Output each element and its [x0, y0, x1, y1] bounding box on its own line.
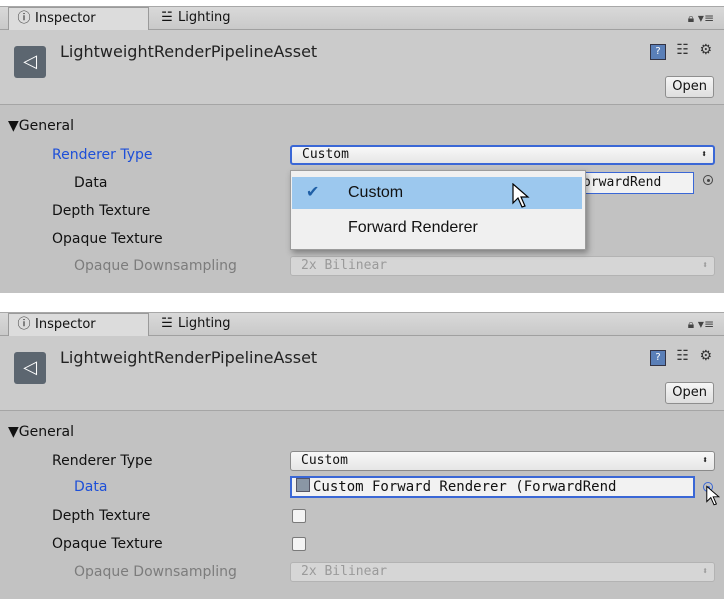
lighting-icon: ☱ — [161, 10, 173, 25]
data-label: Data — [74, 175, 108, 191]
opaque-texture-checkbox[interactable] — [292, 537, 306, 551]
renderer-type-value: Custom — [301, 453, 348, 468]
unity-asset-icon: ◁ — [14, 352, 46, 384]
tab-inspector-label: Inspector — [35, 11, 96, 26]
inspector-panel-2: ⓘ Inspector ☱ Lighting 🔒︎ ▾≡ ◁ Lightweight… — [0, 312, 724, 599]
inspector-panel-1: ⓘ Inspector ☱ Lighting 🔒︎ ▾≡ ◁ Lightweight… — [0, 6, 724, 293]
data-object-field[interactable]: Custom Forward Renderer (ForwardRend — [290, 476, 695, 498]
section-general[interactable]: ▼General — [8, 118, 74, 134]
opaque-downsampling-value: 2x Bilinear — [301, 564, 388, 579]
depth-texture-row: Depth Texture — [0, 505, 724, 527]
dropdown-caret-icon: ⬍ — [701, 260, 708, 271]
opaque-downsampling-row: Opaque Downsampling 2x Bilinear ⬍ — [0, 561, 724, 583]
section-general-label: General — [18, 424, 74, 440]
renderer-type-label: Renderer Type — [52, 453, 153, 469]
renderer-type-value: Custom — [302, 147, 349, 162]
menu-item-forward-renderer[interactable]: Forward Renderer — [292, 212, 582, 244]
help-book-icon[interactable]: ? — [649, 350, 666, 366]
asset-header: ◁ LightweightRenderPipelineAsset ? ☷ ⚙ O… — [0, 336, 724, 411]
preset-icon[interactable]: ☷ — [676, 348, 689, 364]
tab-lighting-label: Lighting — [178, 10, 231, 25]
dropdown-caret-icon: ⬍ — [700, 149, 707, 160]
mouse-cursor-icon — [512, 183, 530, 208]
dropdown-caret-icon: ⬍ — [701, 566, 708, 577]
tab-lighting[interactable]: ☱ Lighting — [152, 7, 239, 29]
open-button[interactable]: Open — [665, 382, 714, 404]
data-value: orwardRend — [583, 175, 662, 190]
renderer-type-menu: ✔ Custom Forward Renderer — [290, 170, 586, 250]
depth-texture-checkbox[interactable] — [292, 509, 306, 523]
renderer-type-dropdown[interactable]: Custom ⬍ — [290, 451, 715, 471]
tab-bar: ⓘ Inspector ☱ Lighting 🔒︎ ▾≡ — [0, 7, 724, 30]
asset-name: LightweightRenderPipelineAsset — [60, 348, 318, 367]
tab-lighting-label: Lighting — [178, 316, 231, 331]
unity-asset-icon: ◁ — [14, 46, 46, 78]
depth-texture-label: Depth Texture — [52, 203, 151, 219]
lighting-icon: ☱ — [161, 316, 173, 331]
menu-item-custom[interactable]: ✔ Custom — [292, 177, 582, 209]
opaque-texture-label: Opaque Texture — [52, 536, 163, 552]
lock-icon[interactable]: 🔒︎ — [688, 11, 694, 25]
checkmark-icon: ✔ — [306, 184, 320, 201]
opaque-downsampling-label: Opaque Downsampling — [74, 564, 237, 580]
open-button[interactable]: Open — [665, 76, 714, 98]
opaque-downsampling-row: Opaque Downsampling 2x Bilinear ⬍ — [0, 255, 724, 277]
header-icons: ? ☷ ⚙ — [644, 348, 712, 366]
tab-controls: 🔒︎ ▾≡ — [688, 313, 714, 335]
opaque-texture-row: Opaque Texture — [0, 533, 724, 555]
tab-inspector[interactable]: ⓘ Inspector — [8, 7, 149, 30]
tab-inspector-label: Inspector — [35, 317, 96, 332]
tab-bar: ⓘ Inspector ☱ Lighting 🔒︎ ▾≡ — [0, 313, 724, 336]
tab-controls: 🔒︎ ▾≡ — [688, 7, 714, 29]
renderer-type-dropdown[interactable]: Custom ⬍ — [290, 145, 715, 165]
renderer-asset-icon — [296, 478, 310, 492]
mouse-cursor-icon — [706, 485, 721, 506]
tab-inspector[interactable]: ⓘ Inspector — [8, 313, 149, 336]
info-icon: ⓘ — [17, 11, 31, 26]
dropdown-caret-icon: ⬍ — [701, 455, 708, 466]
gear-icon[interactable]: ⚙ — [699, 42, 712, 58]
opaque-texture-label: Opaque Texture — [52, 231, 163, 247]
object-picker-icon[interactable] — [703, 175, 713, 185]
preset-icon[interactable]: ☷ — [676, 42, 689, 58]
menu-item-custom-label: Custom — [348, 184, 404, 201]
renderer-type-row: Renderer Type Custom ⬍ — [0, 144, 724, 166]
asset-header: ◁ LightweightRenderPipelineAsset ? ☷ ⚙ O… — [0, 30, 724, 105]
opaque-downsampling-value: 2x Bilinear — [301, 258, 388, 273]
help-book-icon[interactable]: ? — [649, 44, 666, 60]
data-row: Data Custom Forward Renderer (ForwardRen… — [0, 476, 724, 498]
menu-icon[interactable]: ▾≡ — [698, 11, 714, 25]
opaque-downsampling-label: Opaque Downsampling — [74, 258, 237, 274]
section-general-label: General — [18, 118, 74, 134]
menu-item-forward-renderer-label: Forward Renderer — [348, 219, 478, 236]
opaque-downsampling-dropdown[interactable]: 2x Bilinear ⬍ — [290, 562, 715, 582]
lock-icon[interactable]: 🔒︎ — [688, 317, 694, 331]
renderer-type-label: Renderer Type — [52, 147, 153, 163]
section-general[interactable]: ▼General — [8, 424, 74, 440]
depth-texture-label: Depth Texture — [52, 508, 151, 524]
gear-icon[interactable]: ⚙ — [699, 348, 712, 364]
menu-icon[interactable]: ▾≡ — [698, 317, 714, 331]
data-label: Data — [74, 479, 108, 495]
tab-lighting[interactable]: ☱ Lighting — [152, 313, 239, 335]
data-object-field[interactable]: orwardRend — [582, 172, 694, 194]
renderer-type-row: Renderer Type Custom ⬍ — [0, 450, 724, 472]
asset-name: LightweightRenderPipelineAsset — [60, 42, 318, 61]
header-icons: ? ☷ ⚙ — [644, 42, 712, 60]
data-value: Custom Forward Renderer (ForwardRend — [313, 479, 617, 495]
opaque-downsampling-dropdown[interactable]: 2x Bilinear ⬍ — [290, 256, 715, 276]
info-icon: ⓘ — [17, 317, 31, 332]
